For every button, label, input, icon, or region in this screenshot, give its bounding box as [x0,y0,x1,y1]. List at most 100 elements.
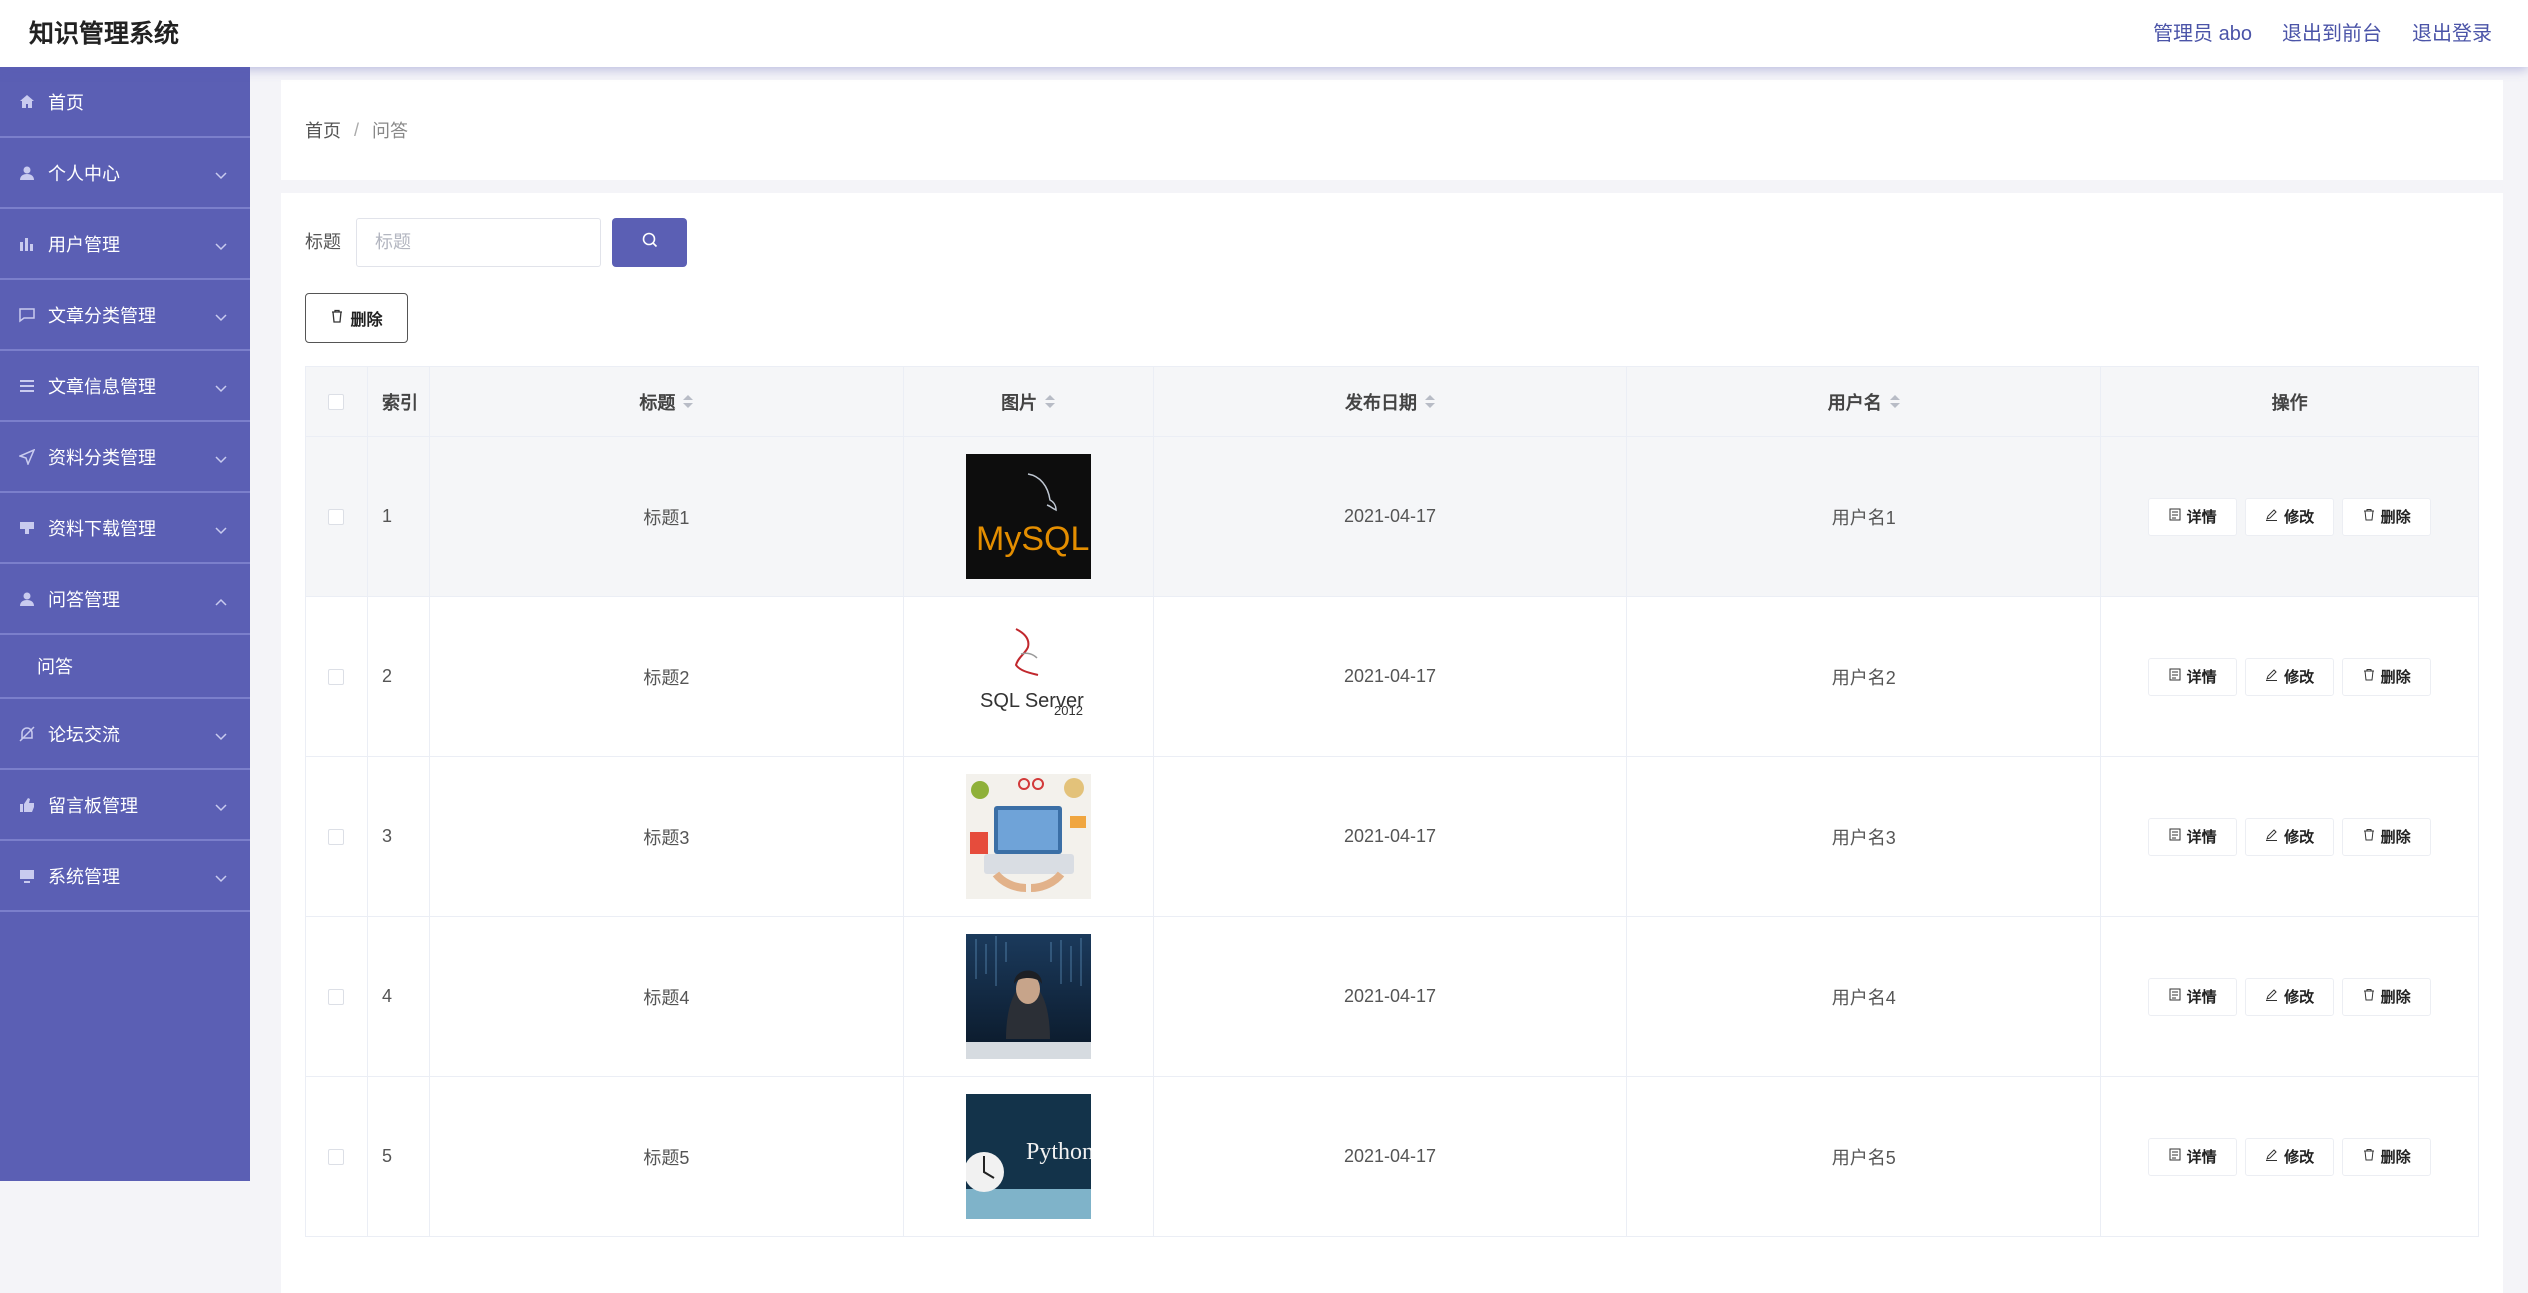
sidebar-item-material-category[interactable]: 资料分类管理 [0,422,250,493]
row-checkbox[interactable] [328,988,345,1005]
table-row: 2 标题2 SQL Server 2012 2021-04-17 用户名2 详情… [306,597,2480,757]
detail-button[interactable]: 详情 [2148,977,2238,1016]
chevron-down-icon [215,867,227,888]
breadcrumb-separator: / [354,119,360,140]
row-checkbox[interactable] [328,508,345,525]
row-checkbox[interactable] [328,668,345,685]
sidebar-item-forum[interactable]: 论坛交流 [0,699,250,770]
header-date[interactable]: 发布日期 [1154,367,1628,436]
row-title: 标题1 [430,437,904,596]
sort-icon[interactable] [1889,395,1900,408]
table-row: 1 标题1 MySQL 2021-04-17 用户名1 详情 修改 删除 [306,437,2480,597]
user-icon [17,163,37,183]
sidebar-item-qa-management[interactable]: 问答管理 [0,564,250,635]
breadcrumb-home[interactable]: 首页 [305,117,341,143]
search-input[interactable] [356,218,601,267]
batch-delete-label: 删除 [350,312,383,329]
sort-icon[interactable] [683,395,694,408]
sidebar-item-article-category[interactable]: 文章分类管理 [0,280,250,351]
sidebar-item-users[interactable]: 用户管理 [0,209,250,280]
document-icon [2169,508,2181,525]
edit-icon [2265,508,2278,525]
edit-button[interactable]: 修改 [2245,817,2335,856]
trash-icon [330,309,344,328]
sidebar-item-article-info[interactable]: 文章信息管理 [0,351,250,422]
delete-button[interactable]: 删除 [2342,657,2432,696]
trash-icon [2363,1148,2375,1165]
chat-icon [17,305,37,325]
sidebar-item-label: 论坛交流 [48,724,120,745]
sidebar-item-message-board[interactable]: 留言板管理 [0,770,250,841]
row-date: 2021-04-17 [1154,597,1628,756]
header-image[interactable]: 图片 [904,367,1154,436]
sidebar-item-home[interactable]: 首页 [0,67,250,138]
delete-button[interactable]: 删除 [2342,977,2432,1016]
row-checkbox[interactable] [328,1148,345,1165]
monitor-icon [17,866,37,886]
bar-chart-icon [17,234,37,254]
row-title: 标题3 [430,757,904,916]
header-actions: 操作 [2101,367,2480,436]
svg-text:Python: Python [1026,1139,1091,1165]
exit-to-front-link[interactable]: 退出到前台 [2282,17,2382,46]
chevron-down-icon [215,377,227,398]
sidebar-item-label: 首页 [48,92,84,113]
detail-button[interactable]: 详情 [2148,817,2238,856]
search-button[interactable] [612,218,687,267]
admin-user-link[interactable]: 管理员 abo [2153,17,2252,46]
sidebar: 首页 个人中心 用户管理 文章分类管理 文章信息管理 资料分类管理 资料下载管理… [0,67,250,1181]
row-index: 1 [368,437,430,596]
detail-button[interactable]: 详情 [2148,657,2238,696]
sidebar-item-label: 用户管理 [48,234,120,255]
row-date: 2021-04-17 [1154,917,1628,1076]
batch-delete-button[interactable]: 删除 [305,293,408,343]
sidebar-item-personal[interactable]: 个人中心 [0,138,250,209]
edit-button[interactable]: 修改 [2245,497,2335,536]
sidebar-item-material-download[interactable]: 资料下载管理 [0,493,250,564]
document-icon [2169,1148,2181,1165]
trash-icon [2363,828,2375,845]
edit-button[interactable]: 修改 [2245,977,2335,1016]
home-icon [17,92,37,112]
row-date: 2021-04-17 [1154,437,1628,596]
trash-icon [2363,988,2375,1005]
logout-link[interactable]: 退出登录 [2412,17,2492,46]
row-index: 4 [368,917,430,1076]
detail-button[interactable]: 详情 [2148,1137,2238,1176]
row-date: 2021-04-17 [1154,757,1628,916]
sidebar-item-label: 资料分类管理 [48,447,156,468]
cup-icon [17,518,37,538]
bell-off-icon [17,724,37,744]
sort-icon[interactable] [1045,395,1056,408]
edit-button[interactable]: 修改 [2245,657,2335,696]
row-checkbox[interactable] [328,828,345,845]
delete-button[interactable]: 删除 [2342,817,2432,856]
row-index: 2 [368,597,430,756]
main-content: 首页 / 问答 标题 删除 索引 标题 图片 发布日期 用户名 操作 [281,80,2503,1293]
table-row: 3 标题3 2021-04-17 用户名3 详情 修改 删除 [306,757,2480,917]
sort-icon[interactable] [1425,395,1436,408]
search-icon [641,231,659,254]
top-header: 知识管理系统 管理员 abo 退出到前台 退出登录 [0,0,2528,67]
header-index: 索引 [368,367,430,436]
delete-button[interactable]: 删除 [2342,1137,2432,1176]
laptop-illustration-image [965,774,1091,899]
user-icon [17,589,37,609]
thumb-icon [17,795,37,815]
sidebar-item-system[interactable]: 系统管理 [0,841,250,912]
trash-icon [2363,508,2375,525]
table-row: 4 标题4 2021-04-17 用户名4 详情 修改 删除 [306,917,2480,1077]
detail-button[interactable]: 详情 [2148,497,2238,536]
svg-text:2012: 2012 [1054,703,1083,718]
sidebar-subitem-qa[interactable]: 问答 [0,635,250,699]
header-title[interactable]: 标题 [430,367,904,436]
header-user[interactable]: 用户名 [1627,367,2102,436]
delete-button[interactable]: 删除 [2342,497,2432,536]
edit-icon [2265,988,2278,1005]
chevron-down-icon [215,164,227,185]
select-all-checkbox[interactable] [328,393,345,410]
mysql-logo-image: MySQL [965,454,1091,579]
row-user: 用户名4 [1627,917,2102,1076]
sidebar-item-label: 问答管理 [48,589,120,610]
edit-button[interactable]: 修改 [2245,1137,2335,1176]
